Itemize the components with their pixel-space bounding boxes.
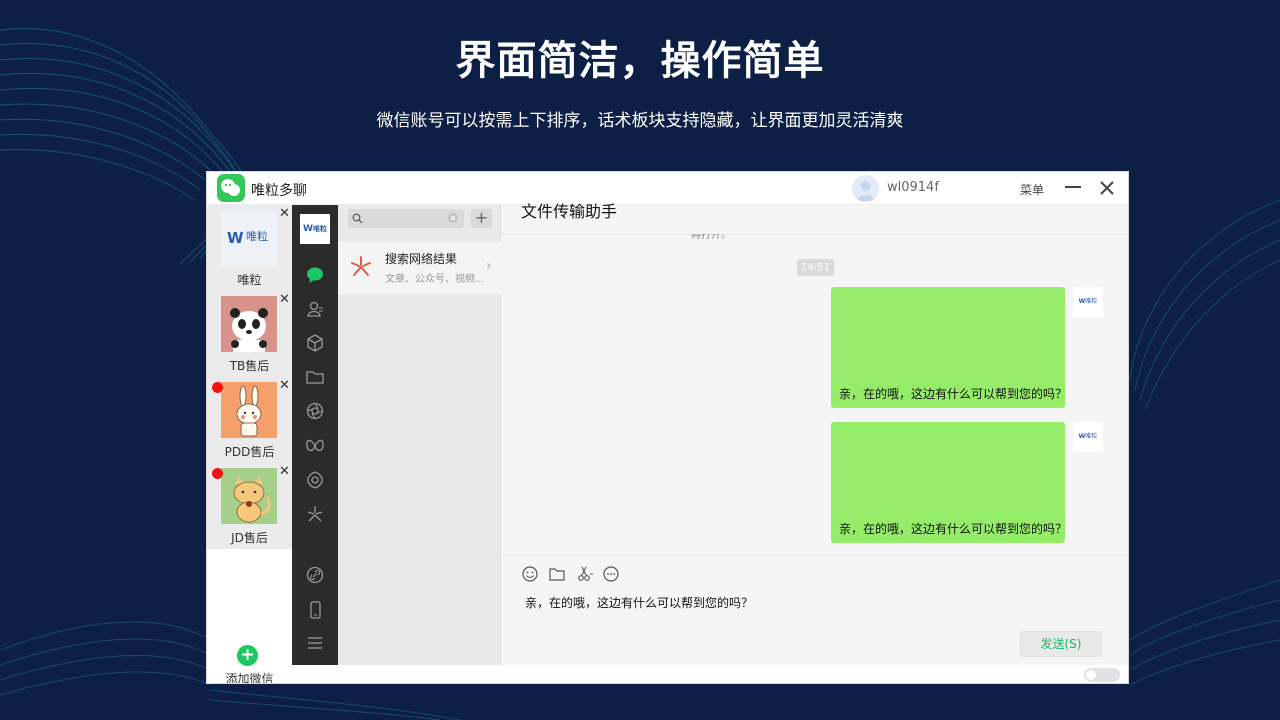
message-text: 亲，在的哦，这边有什么可以帮到您的吗？	[839, 522, 1068, 536]
account-label: JD售后	[231, 531, 268, 545]
account-list: W 唯粒 ✕ 唯粒 ✕ TB售后 ✕ PDD售后 ✕ JD售后 + 添加微信	[207, 205, 292, 684]
account-item-weili[interactable]: W 唯粒 ✕ 唯粒	[207, 205, 292, 291]
sender-avatar-text: 唯粒	[1085, 298, 1098, 305]
scissors-icon[interactable]	[576, 565, 594, 583]
butterfly-icon[interactable]	[305, 436, 325, 456]
unread-dot	[212, 382, 223, 393]
sender-avatar[interactable]: W唯粒	[1073, 422, 1103, 452]
side-nav: W唯粒	[292, 205, 338, 665]
add-button[interactable]: +	[471, 209, 492, 228]
account-item-tb[interactable]: ✕ TB售后	[207, 291, 292, 377]
folder-icon[interactable]	[548, 565, 566, 583]
app-name: 唯粒多聊	[251, 183, 307, 199]
menu-button[interactable]: 菜单	[1020, 181, 1044, 198]
user-avatar[interactable]	[852, 175, 879, 202]
search-result-title: 搜索网络结果	[385, 252, 458, 266]
cat-avatar	[221, 468, 277, 524]
chat-divider	[501, 234, 1128, 235]
rabbit-avatar	[221, 382, 277, 438]
page-headline: 界面简洁，操作简单	[455, 38, 825, 84]
chat-title: 文件传输助手	[521, 202, 618, 221]
nav-logo: W唯粒	[300, 214, 330, 244]
chat-panel: 文件传输助手 再打开。 14:51 亲，在的哦，这边有什么可以帮到您的吗？ W唯…	[501, 202, 1128, 665]
account-logo-text: 唯粒	[246, 230, 268, 243]
user-name: wl0914f	[887, 180, 939, 195]
account-label: 唯粒	[237, 273, 262, 287]
contacts-icon[interactable]	[305, 299, 325, 319]
remove-account-button[interactable]: ✕	[279, 378, 290, 393]
chat-bubble-icon[interactable]	[602, 565, 620, 583]
chat-icon[interactable]	[305, 265, 325, 285]
search-icon	[352, 213, 363, 224]
message-timestamp: 14:51	[797, 259, 834, 276]
remove-account-button[interactable]: ✕	[279, 206, 290, 221]
chevron-right-icon: ›	[486, 258, 492, 274]
settings-icon[interactable]	[305, 470, 325, 490]
message-bubble[interactable]: 亲，在的哦，这边有什么可以帮到您的吗？	[831, 287, 1068, 408]
close-icon[interactable]	[1097, 178, 1117, 198]
message-bubble[interactable]: 亲，在的哦，这边有什么可以帮到您的吗？	[831, 422, 1068, 543]
link-icon[interactable]	[305, 565, 325, 585]
toggle-switch[interactable]	[1084, 668, 1120, 682]
conversation-list: + 搜索网络结果 文章、公众号、视频... ›	[338, 205, 501, 665]
title-bar: 唯粒多聊 wl0914f 菜单	[207, 172, 1128, 205]
sparkle-icon[interactable]	[305, 504, 325, 524]
cube-icon[interactable]	[305, 333, 325, 353]
phone-icon[interactable]	[305, 600, 325, 620]
send-button[interactable]: 发送(S)	[1020, 631, 1102, 657]
search-network-result[interactable]: 搜索网络结果 文章、公众号、视频... ›	[338, 242, 501, 294]
add-wechat-button[interactable]: + 添加微信	[207, 641, 292, 684]
menu-icon[interactable]	[305, 633, 325, 653]
app-logo-icon	[217, 174, 245, 202]
folder-icon[interactable]	[305, 367, 325, 387]
page-subheadline: 微信账号可以按需上下排序，话术板块支持隐藏，让界面更加灵活清爽	[376, 111, 904, 131]
sender-avatar-text: 唯粒	[1085, 433, 1098, 440]
svg-text:W: W	[227, 229, 244, 247]
previous-message-fragment: 再打开。	[691, 234, 731, 241]
sender-avatar[interactable]: W唯粒	[1073, 287, 1103, 317]
app-window: 唯粒多聊 wl0914f 菜单 W 唯粒 ✕ 唯粒 ✕ TB售后 ✕ PDD售后…	[206, 171, 1129, 684]
minimize-icon[interactable]	[1063, 178, 1083, 198]
account-item-jd[interactable]: ✕ JD售后	[207, 463, 292, 549]
plus-icon: +	[237, 645, 258, 666]
search-result-subtitle: 文章、公众号、视频...	[385, 274, 485, 285]
add-wechat-label: 添加微信	[225, 672, 274, 684]
unread-dot	[212, 468, 223, 479]
status-bar	[292, 665, 1128, 683]
account-item-pdd[interactable]: ✕ PDD售后	[207, 377, 292, 463]
remove-account-button[interactable]: ✕	[279, 292, 290, 307]
message-draft-input[interactable]: 亲，在的哦，这边有什么可以帮到您的吗？	[525, 594, 1105, 611]
account-logo: W 唯粒	[221, 210, 277, 266]
clear-search-icon[interactable]	[447, 212, 459, 224]
nav-logo-text: 唯粒	[312, 225, 327, 233]
account-label: PDD售后	[224, 445, 275, 459]
search-box[interactable]	[348, 209, 464, 228]
message-text: 亲，在的哦，这边有什么可以帮到您的吗？	[839, 387, 1068, 401]
message-input-area: 亲，在的哦，这边有什么可以帮到您的吗？ 发送(S)	[501, 555, 1128, 665]
account-label: TB售后	[229, 359, 270, 373]
aperture-icon[interactable]	[305, 401, 325, 421]
search-input[interactable]	[364, 209, 444, 228]
remove-account-button[interactable]: ✕	[279, 464, 290, 479]
emoji-icon[interactable]	[521, 565, 539, 583]
sparkle-search-icon	[351, 256, 371, 276]
panda-avatar	[221, 296, 277, 352]
